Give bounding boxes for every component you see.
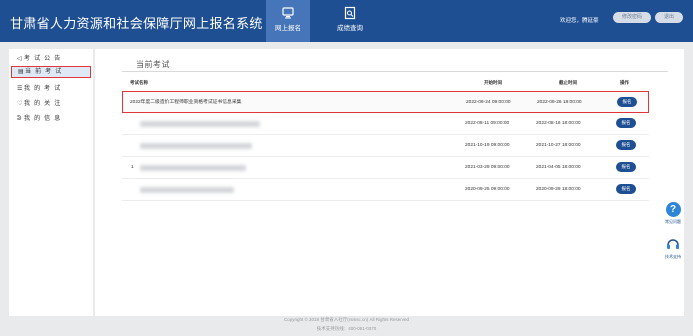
- sidebar-item-label: 我 的 考 试: [24, 86, 62, 92]
- welcome-text: 欢迎您，腾延豪: [560, 18, 599, 24]
- sidebar-item-label: 我 的 信 息: [24, 116, 62, 122]
- sidebar-item-my-follows[interactable]: ♡ 我 的 关 注: [11, 98, 91, 110]
- nav-score-query[interactable]: 成绩查询: [328, 0, 372, 42]
- start-time: 2020-09-25 09:00:00: [465, 187, 510, 192]
- nav-label: 网上报名: [275, 25, 301, 32]
- main-panel: 当前考试 考试名称 开始时间 截止时间 操作 2022年度二级造价工程师职业资格…: [95, 49, 684, 316]
- end-time: 2022-09-26 18:00:00: [537, 100, 582, 105]
- sidebar-item-label: 考 试 公 告: [24, 56, 62, 62]
- footer-hotline: 技术支持热线：400-051-0370: [316, 326, 377, 331]
- exam-name: 2022年度二级造价工程师职业资格考试证书信息采集: [130, 100, 242, 105]
- footer-copyright: Copyright © 2018 甘肃省人社厅(rsmsc.cn) All Ri…: [283, 317, 410, 322]
- table-row: 2022年度二级造价工程师职业资格考试证书信息采集 2022-09-24 09:…: [122, 91, 649, 113]
- sidebar: ◁ 考 试 公 告 ▤当 前 考 试 ☰ 我 的 考 试 ♡ 我 的 关 注 ᕲ我 的…: [9, 49, 93, 316]
- sidebar-item-current-exam[interactable]: ▤当 前 考 试: [11, 66, 91, 78]
- top-header: 甘肃省人力资源和社会保障厅网上报名系统 网上报名 成绩查询 欢迎您，腾延豪 修改…: [0, 0, 693, 42]
- sidebar-item-my-info[interactable]: ᕲ我 的 信 息: [11, 113, 91, 125]
- register-button[interactable]: 报名: [616, 118, 636, 128]
- end-time: 2020-09-29 18:00:00: [536, 187, 581, 192]
- end-time: 2021-04-05 18:00:00: [536, 165, 581, 170]
- register-button[interactable]: 报名: [616, 162, 636, 172]
- column-header-action: 操作: [620, 80, 629, 85]
- exam-name: 1: [131, 165, 134, 170]
- site-title: 甘肃省人力资源和社会保障厅网上报名系统: [10, 16, 263, 31]
- redacted-exam-name: [140, 165, 246, 171]
- section-title: 当前考试: [136, 60, 170, 69]
- table-row: 1 2021-03-29 09:00:00 2021-04-05 18:00:0…: [122, 157, 649, 179]
- column-header-end-time: 截止时间: [559, 80, 577, 85]
- redacted-exam-name: [140, 143, 252, 149]
- start-time: 2022-08-11 09:00:00: [465, 121, 510, 126]
- question-icon: ?: [665, 202, 681, 217]
- end-time: 2021-10-27 18:00:00: [536, 143, 581, 148]
- list-icon: ☰: [17, 86, 23, 92]
- user-icon: ᕲ: [17, 116, 22, 122]
- change-password-button[interactable]: 修改密码: [613, 12, 651, 23]
- sidebar-item-exam-announcement[interactable]: ◁ 考 试 公 告: [11, 53, 91, 65]
- register-button[interactable]: 报名: [617, 97, 637, 107]
- start-time: 2021-03-29 09:00:00: [465, 165, 510, 170]
- table-row: 2022-08-11 09:00:00 2022-08-16 18:00:00 …: [122, 113, 649, 135]
- sidebar-item-my-exams[interactable]: ☰ 我 的 考 试: [11, 83, 91, 95]
- start-time: 2022-09-24 09:00:00: [466, 100, 511, 105]
- nav-online-registration[interactable]: 网上报名: [266, 0, 310, 42]
- column-header-start-time: 开始时间: [484, 80, 502, 85]
- headset-icon: [667, 239, 679, 249]
- redacted-exam-name: [140, 121, 260, 127]
- logout-button[interactable]: 退出: [655, 12, 683, 23]
- document-icon: ▤: [18, 69, 24, 75]
- nav-label: 成绩查询: [337, 25, 363, 32]
- sidebar-item-label: 当 前 考 试: [25, 69, 63, 75]
- faq-widget[interactable]: ? 常见问题: [662, 202, 684, 232]
- register-button[interactable]: 报名: [616, 140, 636, 150]
- search-document-icon: [344, 6, 356, 20]
- support-widget[interactable]: 技术支持: [662, 236, 684, 266]
- start-time: 2021-10-19 09:00:00: [465, 143, 510, 148]
- heart-icon: ♡: [17, 101, 23, 107]
- monitor-icon: [282, 7, 294, 19]
- register-button[interactable]: 报名: [616, 184, 636, 194]
- redacted-exam-name: [140, 187, 234, 193]
- table-row: 2020-09-25 09:00:00 2020-09-29 18:00:00 …: [122, 179, 649, 201]
- table-row: 2021-10-19 09:00:00 2021-10-27 18:00:00 …: [122, 135, 649, 157]
- faq-label: 常见问题: [665, 219, 681, 224]
- divider: [122, 71, 668, 72]
- end-time: 2022-08-16 18:00:00: [536, 121, 581, 126]
- sidebar-item-label: 我 的 关 注: [24, 101, 62, 107]
- support-label: 技术支持: [665, 254, 681, 259]
- column-header-exam-name: 考试名称: [130, 80, 148, 85]
- announcement-icon: ◁: [17, 56, 22, 62]
